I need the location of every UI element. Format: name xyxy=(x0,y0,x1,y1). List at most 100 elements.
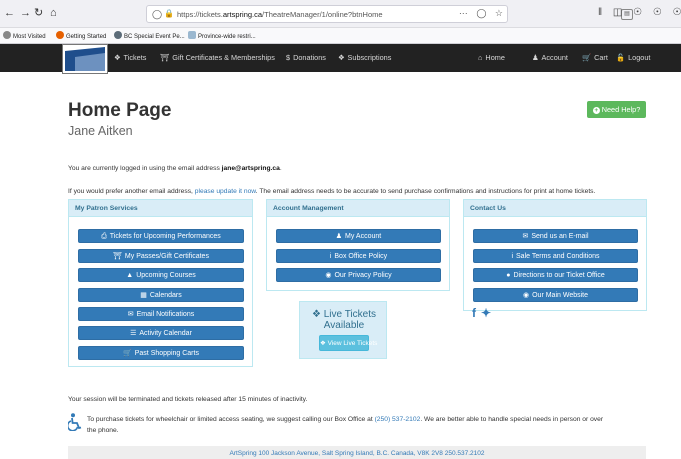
button-label: Past Shopping Carts xyxy=(134,350,199,357)
button-label: Our Privacy Policy xyxy=(334,272,392,279)
button-label: My Account xyxy=(345,233,382,240)
page-actions-icon[interactable]: ··· xyxy=(459,8,468,18)
passes-gift-certificates-button[interactable]: ⛩ My Passes/Gift Certificates xyxy=(78,249,244,263)
site-navbar: ❖ Tickets ⛩ Gift Certificates & Membership… xyxy=(0,44,681,74)
view-live-tickets-button[interactable]: ❖ View Live Tickets xyxy=(319,335,377,351)
accessibility-notice: To purchase tickets for wheelchair or li… xyxy=(87,416,603,423)
footer: ArtSpring 100 Jackson Avenue, Salt Sprin… xyxy=(68,446,646,459)
upcoming-performances-button[interactable]: ⎙ Tickets for Upcoming Performances xyxy=(78,229,244,243)
sidebar-icon[interactable]: ◫ xyxy=(613,7,622,18)
eye-icon: ◉ xyxy=(325,272,332,279)
facebook-icon[interactable]: f xyxy=(472,306,476,320)
past-shopping-carts-button[interactable]: 🛒 Past Shopping Carts xyxy=(78,346,244,360)
printer-icon: ⎙ xyxy=(101,233,107,240)
nav-logout-label: Logout xyxy=(628,53,651,62)
logged-in-notice: You are currently logged in using the em… xyxy=(68,165,282,172)
extension-icon[interactable]: ☉ xyxy=(653,7,662,18)
contact-us-panel: Contact Us ✉ Send us an E-mail i Sale Term… xyxy=(463,199,647,311)
nav-home[interactable]: ⌂ Home xyxy=(478,53,505,62)
url-text: https://tickets.artspring.ca/TheatreMana… xyxy=(177,10,383,19)
home-icon[interactable]: ⌂ xyxy=(50,7,57,19)
info-icon: i xyxy=(511,253,514,260)
menu-icon[interactable]: ☉ xyxy=(673,7,681,18)
bookmark-label: Getting Started xyxy=(66,34,107,40)
button-label: Upcoming Courses xyxy=(136,272,196,279)
nav-cart[interactable]: 🛒 Cart xyxy=(582,53,608,62)
home-icon: ⌂ xyxy=(478,53,483,62)
back-icon[interactable]: ← xyxy=(4,7,15,19)
main-website-button[interactable]: ◉ Our Main Website xyxy=(473,288,638,302)
address-bar[interactable]: ◯ 🔒 https://tickets.artspring.ca/Theatre… xyxy=(146,5,633,23)
nav-account-label: Account xyxy=(541,53,568,62)
account-icon[interactable]: ☉ xyxy=(633,7,642,18)
reload-icon[interactable]: ↻ xyxy=(34,7,43,19)
nav-tickets[interactable]: ❖ Tickets xyxy=(114,53,146,62)
live-title-line2: Available xyxy=(323,320,365,331)
patron-services-panel: My Patron Services ⎙ Tickets for Upcoming… xyxy=(68,199,253,367)
update-prefix: If you would prefer another email addres… xyxy=(68,188,195,195)
nav-donations[interactable]: $ Donations xyxy=(286,53,326,62)
lock-icon[interactable]: 🔒 xyxy=(164,9,174,18)
bookmark-star-icon[interactable]: ☆ xyxy=(495,8,503,18)
nav-subscriptions-label: Subscriptions xyxy=(347,53,392,62)
live-tickets-heading: ❖ Live Tickets Available xyxy=(300,309,388,331)
need-help-button[interactable]: + Need Help? xyxy=(587,101,646,118)
artspring-logo[interactable] xyxy=(62,44,108,74)
calendar-icon: ▦ xyxy=(140,292,147,299)
nav-donations-label: Donations xyxy=(293,53,326,62)
url-prefix: https://tickets. xyxy=(177,10,223,19)
button-label: Our Main Website xyxy=(532,292,588,299)
nav-logout[interactable]: 🔓 Logout xyxy=(616,53,650,62)
cart-icon: 🛒 xyxy=(123,350,132,357)
bookmark-most-visited[interactable]: Most Visited xyxy=(3,31,46,40)
info-icon: i xyxy=(329,253,332,260)
forward-icon[interactable]: → xyxy=(20,7,31,19)
upcoming-courses-button[interactable]: ▲ Upcoming Courses xyxy=(78,268,244,282)
shield-icon[interactable]: ◯ xyxy=(152,9,162,20)
logged-in-suffix: . xyxy=(279,165,282,172)
account-management-heading: Account Management xyxy=(267,200,449,217)
wheelchair-icon xyxy=(68,413,82,431)
cloud-icon xyxy=(188,31,196,39)
bookmark-bc-special-event[interactable]: BC Special Event Pe... xyxy=(114,31,185,40)
activity-calendar-button[interactable]: ☰ Activity Calendar xyxy=(78,326,244,340)
logged-in-prefix: You are currently logged in using the em… xyxy=(68,165,222,172)
ticket-icon: ❖ xyxy=(114,53,121,62)
nav-gift-certificates[interactable]: ⛩ Gift Certificates & Memberships xyxy=(160,53,275,62)
bookmark-getting-started[interactable]: Getting Started xyxy=(56,31,106,40)
accessibility-prefix: To purchase tickets for wheelchair or li… xyxy=(87,416,375,423)
logo-mark xyxy=(65,47,105,71)
my-account-button[interactable]: ♟ My Account xyxy=(276,229,441,243)
gear-icon xyxy=(3,31,11,39)
nav-home-label: Home xyxy=(485,53,505,62)
calendars-button[interactable]: ▦ Calendars xyxy=(78,288,244,302)
page-title: Home Page xyxy=(68,100,172,121)
privacy-policy-button[interactable]: ◉ Our Privacy Policy xyxy=(276,268,441,282)
user-icon: ♟ xyxy=(532,53,539,62)
box-office-policy-button[interactable]: i Box Office Policy xyxy=(276,249,441,263)
nav-account[interactable]: ♟ Account xyxy=(532,53,568,62)
accessibility-notice-line2: the phone. xyxy=(87,427,119,434)
nav-subscriptions[interactable]: ❖ Subscriptions xyxy=(338,53,391,62)
library-icon[interactable]: ‖ xyxy=(598,7,602,18)
pocket-icon[interactable]: ◯ xyxy=(476,8,486,18)
twitter-icon[interactable]: ✦ xyxy=(481,306,491,320)
bookmark-label: Most Visited xyxy=(13,34,46,40)
sale-terms-button[interactable]: i Sale Terms and Conditions xyxy=(473,249,638,263)
box-office-phone-link[interactable]: (250) 537-2102 xyxy=(375,416,421,423)
ticket-icon: ❖ xyxy=(312,309,324,320)
url-path: /TheatreManager/1/online?btnHome xyxy=(262,10,383,19)
email-notifications-button[interactable]: ✉ Email Notifications xyxy=(78,307,244,321)
update-email-link[interactable]: please update it now xyxy=(195,188,256,195)
user-icon: ♟ xyxy=(335,233,343,240)
dollar-icon: $ xyxy=(286,53,291,62)
gift-icon: ⛩ xyxy=(160,53,170,62)
bookmark-province-wide[interactable]: Province-wide restri... xyxy=(188,31,256,40)
patron-name: Jane Aitken xyxy=(68,124,133,138)
send-email-button[interactable]: ✉ Send us an E-mail xyxy=(473,229,638,243)
button-label: Sale Terms and Conditions xyxy=(516,253,600,260)
nav-gift-label: Gift Certificates & Memberships xyxy=(172,53,275,62)
account-management-panel: Account Management ♟ My Account i Box Offi… xyxy=(266,199,450,291)
update-email-notice: If you would prefer another email addres… xyxy=(68,188,595,195)
directions-button[interactable]: ● Directions to our Ticket Office xyxy=(473,268,638,282)
